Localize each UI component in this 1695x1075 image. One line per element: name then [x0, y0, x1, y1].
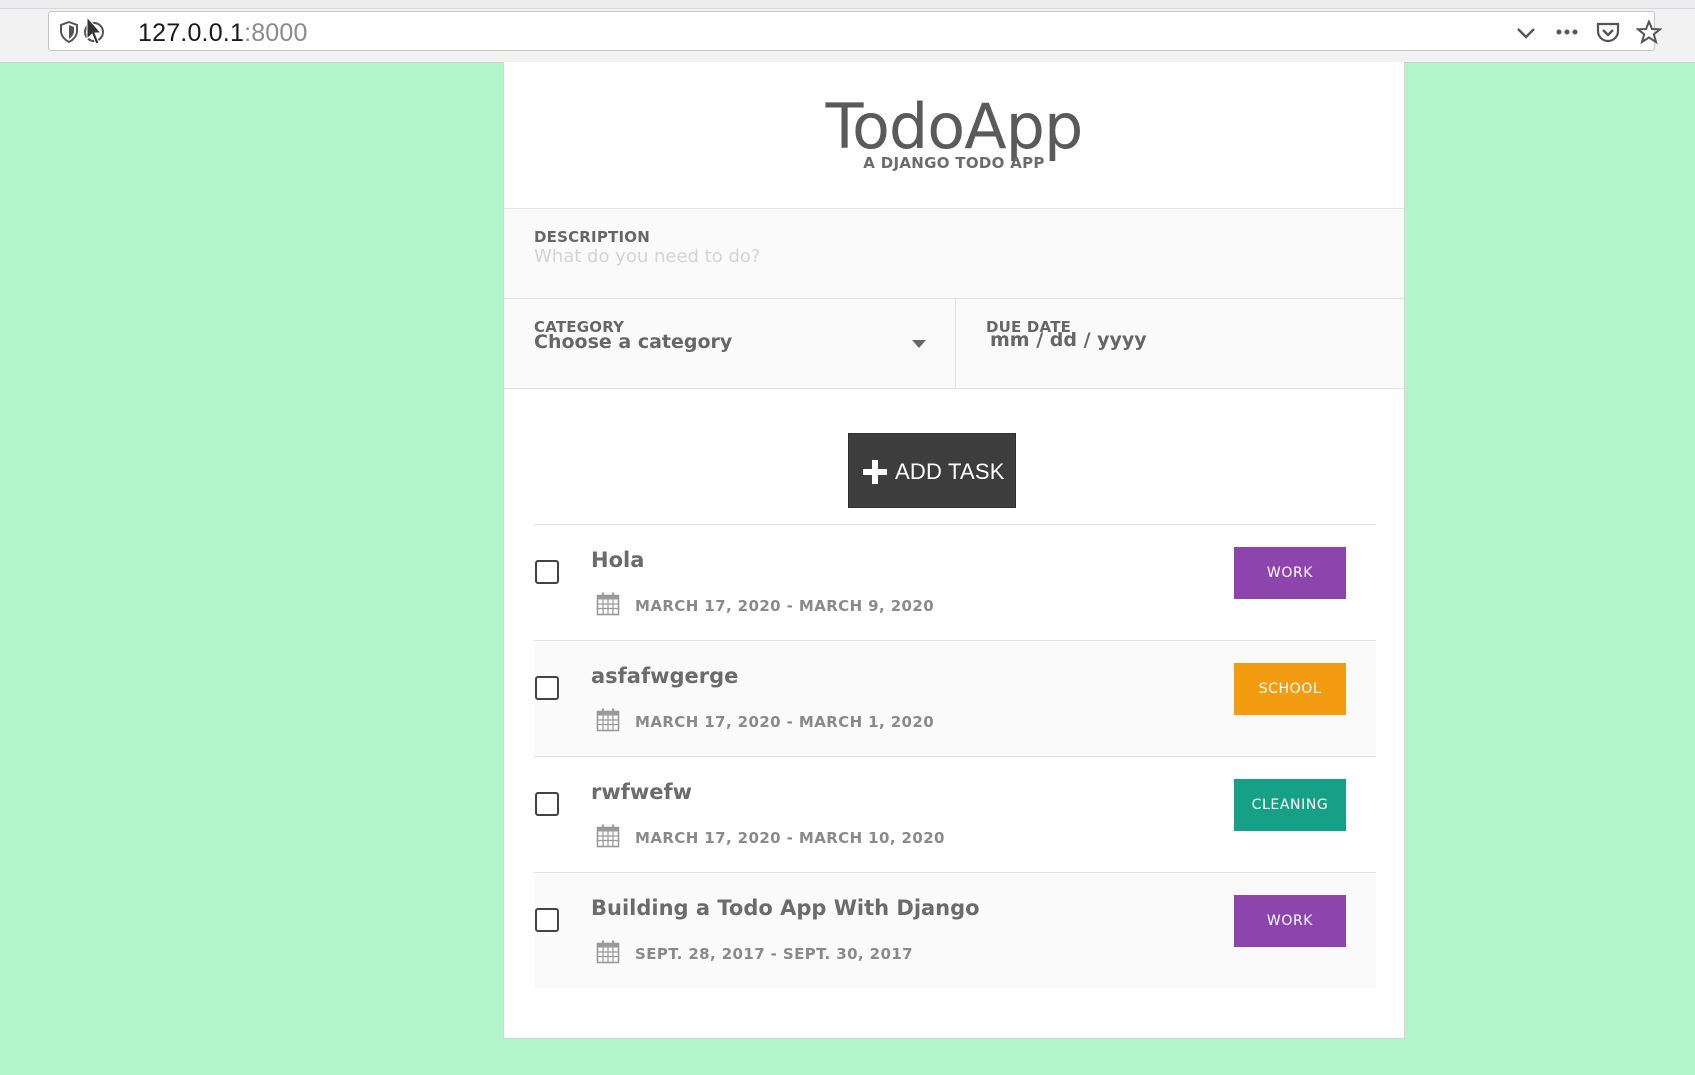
task-row: Building a Todo App With Django SEPT. 28…: [534, 873, 1376, 988]
description-field-row: DESCRIPTION: [504, 209, 1404, 299]
task-checkbox[interactable]: [535, 792, 559, 816]
dropdown-caret-icon[interactable]: [912, 340, 926, 348]
task-checkbox[interactable]: [535, 908, 559, 932]
add-task-button[interactable]: ADD TASK: [848, 433, 1016, 508]
category-tag: CLEANING: [1234, 779, 1346, 831]
tab-strip-edge: [0, 0, 1695, 9]
task-dates: MARCH 17, 2020 - MARCH 1, 2020: [635, 713, 935, 731]
category-select-value[interactable]: Choose a category: [534, 331, 732, 353]
chevron-down-icon[interactable]: [1513, 20, 1539, 44]
url-host: 127.0.0.1: [138, 19, 245, 47]
task-dates: SEPT. 28, 2017 - SEPT. 30, 2017: [635, 945, 913, 963]
task-checkbox[interactable]: [535, 560, 559, 584]
url-port: :8000: [244, 19, 308, 47]
address-bar[interactable]: 127.0.0.1:8000: [48, 11, 1662, 51]
due-date-field[interactable]: DUE DATE mm / dd / yyyy: [956, 299, 1405, 388]
task-dates: MARCH 17, 2020 - MARCH 10, 2020: [635, 829, 945, 847]
app-title: TodoApp: [825, 90, 1084, 163]
add-task-label: ADD TASK: [895, 459, 1005, 484]
calendar-icon: [596, 824, 620, 848]
shield-icon[interactable]: [59, 21, 79, 43]
task-title: Building a Todo App With Django: [591, 896, 980, 920]
task-dates: MARCH 17, 2020 - MARCH 9, 2020: [635, 597, 935, 615]
mouse-pointer-icon: [86, 16, 102, 45]
bookmark-star-icon[interactable]: [1636, 20, 1662, 44]
category-date-row: CATEGORY Choose a category DUE DATE mm /…: [504, 299, 1404, 389]
due-date-input[interactable]: mm / dd / yyyy: [990, 329, 1147, 351]
category-tag: WORK: [1234, 547, 1346, 599]
category-tag: SCHOOL: [1234, 663, 1346, 715]
task-row: Hola MARCH 17, 2020 - MARCH 9, 2020 WORK: [534, 525, 1376, 641]
task-list: Hola MARCH 17, 2020 - MARCH 9, 2020 WORK…: [534, 524, 1376, 988]
pocket-icon[interactable]: [1595, 20, 1621, 44]
task-checkbox[interactable]: [535, 676, 559, 700]
category-tag: WORK: [1234, 895, 1346, 947]
url-text[interactable]: 127.0.0.1:8000: [138, 19, 308, 48]
todo-card: TodoApp A DJANGO TODO APP DESCRIPTION CA…: [503, 62, 1405, 1039]
more-actions-icon[interactable]: [1554, 20, 1580, 44]
category-select[interactable]: CATEGORY Choose a category: [504, 299, 956, 388]
task-row: asfafwgerge MARCH 17, 2020 - MARCH 1, 20…: [534, 641, 1376, 757]
task-title: asfafwgerge: [591, 664, 739, 688]
app-header: TodoApp A DJANGO TODO APP: [504, 62, 1404, 209]
app-subtitle: A DJANGO TODO APP: [863, 154, 1045, 172]
description-input[interactable]: [534, 242, 1374, 270]
plus-icon: [863, 460, 887, 484]
calendar-icon: [596, 592, 620, 616]
calendar-icon: [596, 940, 620, 964]
browser-toolbar: 127.0.0.1:8000: [0, 0, 1695, 63]
calendar-icon: [596, 708, 620, 732]
task-title: rwfwefw: [591, 780, 693, 804]
task-title: Hola: [591, 548, 645, 572]
task-row: rwfwefw MARCH 17, 2020 - MARCH 10, 2020 …: [534, 757, 1376, 873]
